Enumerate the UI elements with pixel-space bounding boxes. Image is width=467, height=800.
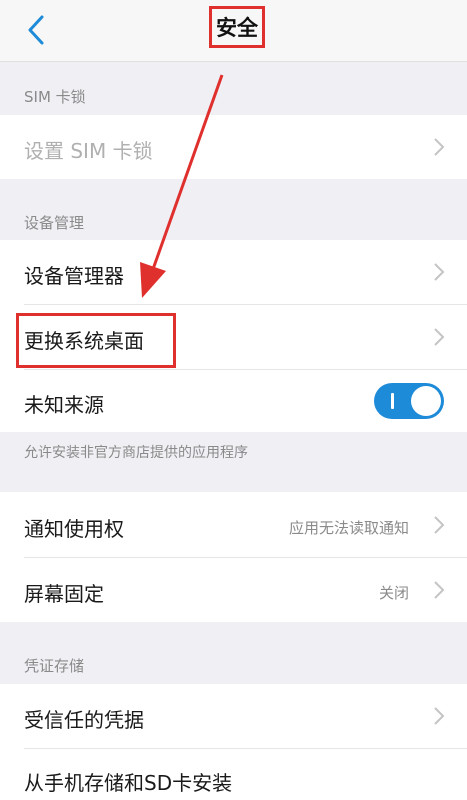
row-value: 关闭 <box>378 584 409 602</box>
chevron-right-icon <box>434 328 445 346</box>
credentials-group: 受信任的凭据 从手机存储和SD卡安装 <box>0 684 467 800</box>
row-value: 应用无法读取通知 <box>288 519 409 537</box>
unknown-sources-toggle[interactable] <box>374 383 444 419</box>
row-screen-pinning[interactable]: 屏幕固定 关闭 <box>0 558 467 622</box>
app-header: 安全 <box>0 0 467 62</box>
row-label: 通知使用权 <box>24 517 124 541</box>
chevron-right-icon <box>434 581 445 599</box>
chevron-right-icon <box>434 263 445 281</box>
row-unknown-sources: 未知来源 <box>0 370 467 432</box>
notifications-group: 通知使用权 应用无法读取通知 屏幕固定 关闭 <box>0 492 467 622</box>
row-set-sim-lock[interactable]: 设置 SIM 卡锁 <box>0 115 467 179</box>
row-label: 受信任的凭据 <box>24 708 144 732</box>
section-header-device-admin: 设备管理 <box>24 214 85 232</box>
annotation-highlight-box <box>16 313 176 368</box>
unknown-sources-description: 允许安装非官方商店提供的应用程序 <box>24 445 248 461</box>
section-header-sim-lock: SIM 卡锁 <box>24 88 86 106</box>
row-label: 从手机存储和SD卡安装 <box>24 771 233 795</box>
chevron-right-icon <box>434 707 445 725</box>
row-label: 屏幕固定 <box>24 582 104 606</box>
row-label: 设备管理器 <box>24 264 124 288</box>
toggle-on-indicator <box>391 393 394 409</box>
row-notification-access[interactable]: 通知使用权 应用无法读取通知 <box>0 492 467 557</box>
chevron-right-icon <box>434 516 445 534</box>
section-header-credentials: 凭证存储 <box>24 657 85 675</box>
row-trusted-credentials[interactable]: 受信任的凭据 <box>0 684 467 748</box>
chevron-right-icon <box>434 138 445 156</box>
row-device-manager[interactable]: 设备管理器 <box>0 240 467 304</box>
row-label: 未知来源 <box>24 393 104 417</box>
back-icon[interactable] <box>22 14 52 46</box>
toggle-knob <box>411 386 441 416</box>
row-install-from-storage[interactable]: 从手机存储和SD卡安装 <box>0 749 467 800</box>
row-label: 设置 SIM 卡锁 <box>24 139 153 163</box>
page-title: 安全 <box>209 6 265 48</box>
